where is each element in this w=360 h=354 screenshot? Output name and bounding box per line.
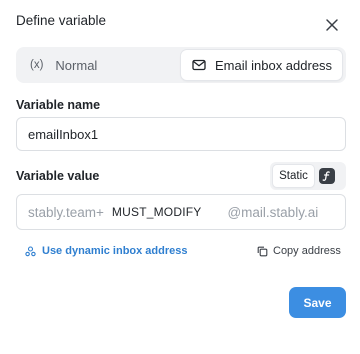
copy-address-label: Copy address (273, 245, 341, 257)
function-icon (322, 171, 330, 181)
users-icon (25, 245, 36, 256)
email-local-part-input[interactable]: MUST_MODIFY (112, 205, 202, 219)
mode-email-label: Email inbox address (215, 57, 333, 73)
envelope-icon (192, 59, 206, 71)
mode-switch: (x) Normal Email inbox address (16, 47, 346, 83)
variable-name-label: Variable name (16, 98, 101, 112)
variable-icon: (x) (30, 59, 44, 71)
use-dynamic-inbox-link[interactable]: Use dynamic inbox address (25, 245, 188, 257)
variable-name-value: emailInbox1 (28, 126, 99, 142)
variable-name-input[interactable]: emailInbox1 (16, 117, 346, 151)
value-type-toggle: Static (270, 162, 346, 190)
variable-value-input[interactable]: stably.team+ MUST_MODIFY @mail.stably.ai (16, 194, 346, 230)
email-domain-suffix: @mail.stably.ai (227, 204, 319, 220)
static-toggle-option[interactable]: Static (273, 165, 314, 187)
close-button[interactable] (323, 16, 341, 34)
variable-value-label: Variable value (16, 169, 100, 183)
mode-normal-label: Normal (55, 57, 98, 73)
save-button[interactable]: Save (289, 287, 346, 318)
copy-icon (257, 246, 268, 256)
email-prefix: stably.team+ (28, 204, 104, 220)
use-dynamic-inbox-label: Use dynamic inbox address (42, 245, 188, 257)
copy-address-button[interactable]: Copy address (257, 245, 341, 257)
close-icon (326, 19, 338, 31)
dialog-title: Define variable (16, 13, 107, 28)
dynamic-toggle-option[interactable] (319, 168, 335, 184)
mode-email-option[interactable]: Email inbox address (181, 50, 342, 80)
define-variable-dialog: Define variable (x) Normal Email inbox a… (0, 0, 360, 354)
mode-normal-option[interactable]: (x) Normal (30, 47, 97, 83)
